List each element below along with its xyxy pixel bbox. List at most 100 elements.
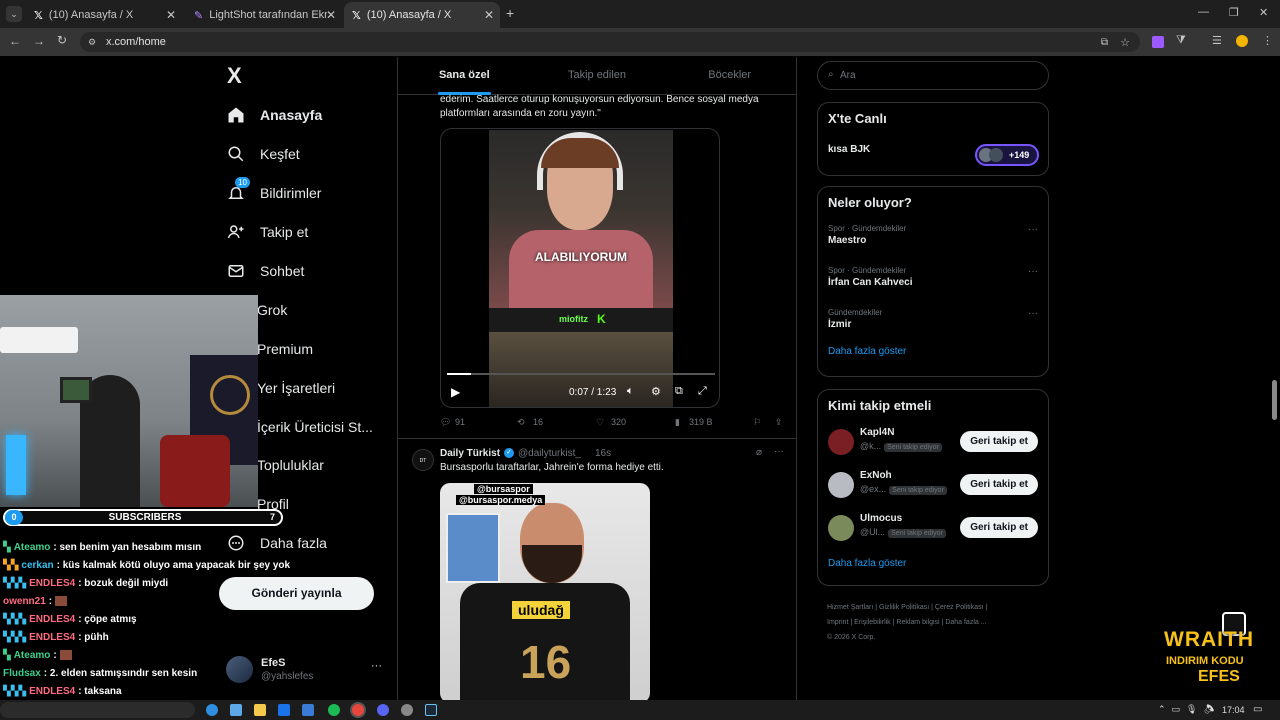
spotify-icon[interactable] <box>328 704 340 716</box>
footer-link[interactable]: Reklam bilgisi <box>896 619 939 626</box>
live-listeners[interactable]: +149 <box>975 144 1039 166</box>
browser-tab-1[interactable]: 𝕏 (10) Anasayfa / X ✕ <box>26 4 182 26</box>
footer-link[interactable]: Daha fazla ... <box>945 619 986 626</box>
clock[interactable]: 17:04 <box>1222 705 1245 715</box>
post-author-handle[interactable]: @dailyturkist_ <box>518 448 581 459</box>
footer-link[interactable]: Imprint <box>827 619 848 626</box>
close-tab-icon[interactable]: ✕ <box>484 8 494 22</box>
close-tab-icon[interactable]: ✕ <box>326 8 336 22</box>
video-progress-track[interactable] <box>447 373 715 375</box>
extension-icon[interactable] <box>1152 36 1164 48</box>
nav-label: Sohbet <box>260 263 305 279</box>
reading-list-icon[interactable]: ☰ <box>1212 34 1222 47</box>
tab-following[interactable]: Takip edilen <box>531 57 664 94</box>
chat-text: : <box>53 649 57 661</box>
grok-post-icon[interactable]: ⌀ <box>756 447 762 458</box>
footer-link[interactable]: Gizlilik Politikası <box>879 604 929 611</box>
forward-icon[interactable]: → <box>33 34 45 48</box>
trends-show-more[interactable]: Daha fazla göster <box>818 338 1048 365</box>
post-time[interactable]: 16s <box>595 448 611 459</box>
nav-explore[interactable]: Keşfet <box>226 139 300 169</box>
x-logo[interactable]: X <box>227 63 242 89</box>
app-icon[interactable] <box>230 704 242 716</box>
site-info-icon[interactable]: ⚙ <box>88 37 96 48</box>
notifications-icon[interactable]: ▭ <box>1253 704 1262 715</box>
discord-icon[interactable] <box>377 704 389 716</box>
search-input[interactable]: ⌕ Ara <box>817 61 1049 90</box>
extensions-puzzle-icon[interactable]: ⧩ <box>1176 34 1186 47</box>
edge-icon[interactable] <box>206 704 218 716</box>
footer-link[interactable]: Çerez Politikası <box>935 604 984 611</box>
tab-bugs[interactable]: Böcekler <box>663 57 796 94</box>
post-author-name[interactable]: Daily Türkist <box>440 448 500 459</box>
trend-more-icon[interactable]: ··· <box>1028 224 1038 235</box>
reply-icon[interactable]: 💬︎ <box>440 417 451 428</box>
nav-label: Bildirimler <box>260 185 322 201</box>
nav-home[interactable]: Anasayfa <box>226 100 322 130</box>
settings-icon[interactable]: ⚙ <box>651 385 661 398</box>
volume-icon[interactable]: 🔈︎ <box>627 385 634 398</box>
footer-link[interactable]: Erişilebilirlik <box>854 619 891 626</box>
reload-icon[interactable]: ↻ <box>57 33 67 47</box>
tray-icons[interactable]: ⌃▭🎙︎🔈︎ <box>1158 704 1221 715</box>
app-icon[interactable] <box>302 704 314 716</box>
fullscreen-icon[interactable]: ⤢ <box>698 385 707 398</box>
trend-more-icon[interactable]: ··· <box>1028 308 1038 319</box>
new-tab-button[interactable]: + <box>506 5 514 21</box>
nav-follow[interactable]: Takip et <box>226 217 308 247</box>
close-tab-icon[interactable]: ✕ <box>166 8 176 22</box>
play-icon[interactable]: ▶ <box>451 385 460 399</box>
live-item[interactable]: kısa BJK <box>828 144 870 155</box>
follow-suggestion[interactable]: ExNoh @ex... Seni takip ediyor Geri takip… <box>818 464 1048 507</box>
follow-back-button[interactable]: Geri takip et <box>960 474 1038 495</box>
browser-tab-3[interactable]: 𝕏 (10) Anasayfa / X ✕ <box>344 2 500 28</box>
restore-icon[interactable]: ❐ <box>1229 6 1239 19</box>
close-window-icon[interactable]: ✕ <box>1259 6 1268 19</box>
account-more-icon[interactable]: ··· <box>371 660 382 672</box>
tab-list-button[interactable]: ⌄ <box>6 6 22 22</box>
pip-icon[interactable]: ⧉ <box>675 385 683 398</box>
taskbar-search[interactable] <box>0 702 195 718</box>
subscribers-label: SUBSCRIBERS <box>108 512 182 523</box>
follow-suggestion[interactable]: Ulmocus @Ul... Seni takip ediyor Geri tak… <box>818 507 1048 550</box>
browser-tab-2[interactable]: ✎ LightShot tarafından Ekran Gör ✕ <box>186 4 342 26</box>
trend-more-icon[interactable]: ··· <box>1028 266 1038 277</box>
tab-for-you[interactable]: Sana özel <box>398 57 531 95</box>
install-app-icon[interactable]: ⧉ <box>1101 37 1108 48</box>
views-icon[interactable]: ▮ <box>675 417 680 428</box>
steam-icon[interactable] <box>425 704 437 716</box>
address-bar[interactable]: ⚙ x.com/home ⧉ ☆ <box>80 32 1140 52</box>
follow-suggestion[interactable]: Kapl4N @k... Seni takip ediyor Geri takip… <box>818 421 1048 464</box>
browser-menu-icon[interactable]: ⋮ <box>1262 34 1273 47</box>
trend-item[interactable]: Spor · Gündemdekiler İrfan Can Kahveci ·… <box>818 262 1048 292</box>
nav-chat[interactable]: Sohbet <box>226 256 304 286</box>
nav-notifications[interactable]: 10 Bildirimler <box>226 177 322 208</box>
chrome-icon[interactable] <box>352 704 364 716</box>
files-icon[interactable] <box>254 704 266 716</box>
share-icon[interactable]: ⇪ <box>775 417 783 428</box>
outlook-icon[interactable] <box>278 704 290 716</box>
page-scrollbar[interactable] <box>1272 380 1277 420</box>
main-feed: Sana özel Takip edilen Böcekler ederim. … <box>397 57 797 700</box>
follow-back-button[interactable]: Geri takip et <box>960 431 1038 452</box>
bookmark-star-icon[interactable]: ☆ <box>1120 36 1130 49</box>
trend-item[interactable]: Gündemdekiler İzmir ··· <box>818 304 1048 334</box>
profile-avatar[interactable] <box>1236 35 1248 47</box>
video-player[interactable]: ALABILIYORUM miofitz K ▶ 0:07 / 1:23 🔈︎ … <box>440 128 720 408</box>
bookmark-post-icon[interactable]: ⚐ <box>753 417 761 428</box>
post-more-icon[interactable]: ··· <box>774 446 784 457</box>
follow-back-button[interactable]: Geri takip et <box>960 517 1038 538</box>
trend-item[interactable]: Spor · Gündemdekiler Maestro ··· <box>818 220 1048 250</box>
post-image[interactable]: uludağ 16 @bursaspor @bursaspor.medya <box>440 483 650 700</box>
chat-user: Ateamo <box>13 541 51 553</box>
back-icon[interactable]: ← <box>9 34 21 48</box>
follow-show-more[interactable]: Daha fazla göster <box>818 550 1048 577</box>
minimize-icon[interactable]: — <box>1198 6 1209 18</box>
copyright: © 2026 X Corp. <box>827 634 876 641</box>
repost-icon[interactable]: ⟲ <box>517 417 525 428</box>
footer-link[interactable]: Hizmet Şartları <box>827 604 873 611</box>
promo-overlay: WRAITH INDIRIM KODU EFES <box>1162 612 1274 692</box>
like-icon[interactable]: ♡ <box>596 417 604 428</box>
app-icon[interactable] <box>401 704 413 716</box>
post-author-avatar[interactable]: DT <box>412 449 434 471</box>
